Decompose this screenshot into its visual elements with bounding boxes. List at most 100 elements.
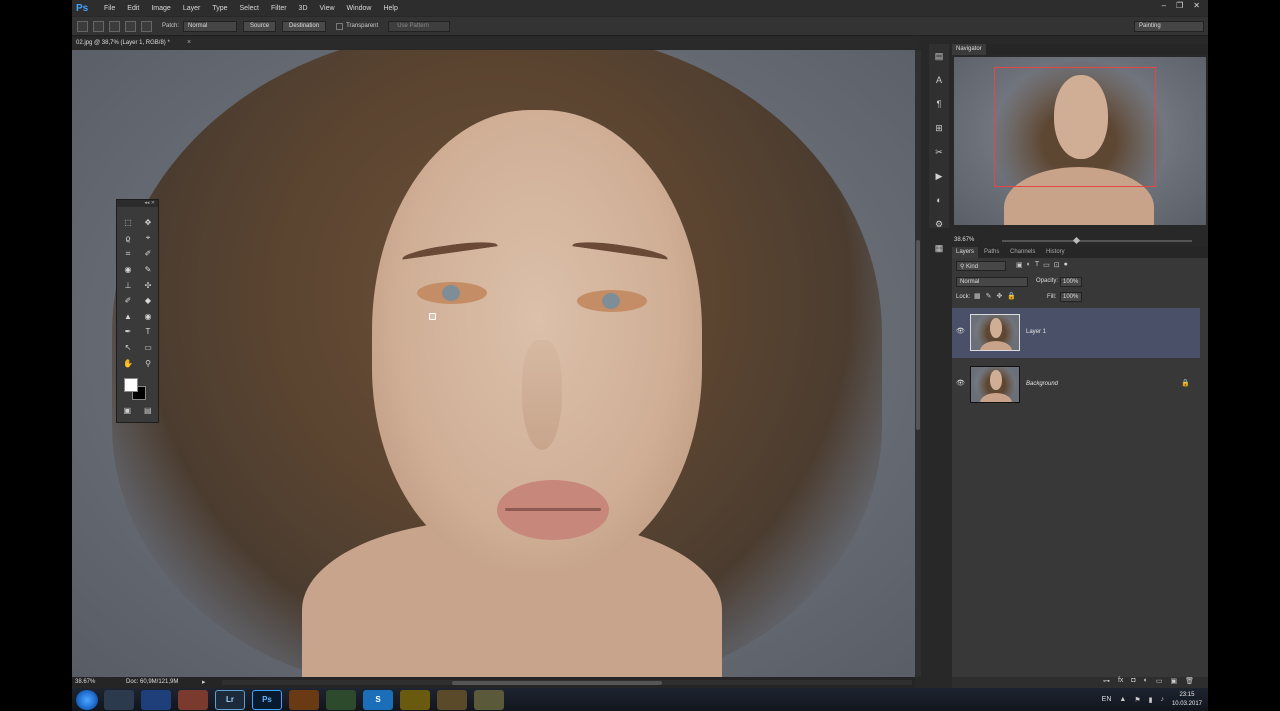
hand-tool-icon[interactable]: ✋	[118, 355, 138, 371]
taskbar-app-orange[interactable]	[289, 689, 319, 710]
navigator-zoom-knob[interactable]	[1072, 236, 1081, 245]
screen-mode-icon[interactable]: ▤	[144, 406, 152, 415]
layer-mask-icon[interactable]: ◘	[1131, 677, 1135, 688]
taskbar-app-red[interactable]	[178, 689, 208, 710]
tab-channels[interactable]: Channels	[1006, 247, 1039, 258]
document-tab[interactable]: 02.jpg @ 38,7% (Layer 1, RGB/8) * ×	[72, 38, 918, 49]
layer-row-background[interactable]: 👁 Background 🔒	[952, 360, 1200, 410]
dodge-tool-icon[interactable]: ◉	[138, 309, 158, 325]
restore-button[interactable]: ❐	[1176, 1, 1183, 10]
new-group-icon[interactable]: ▭	[1156, 677, 1163, 688]
volume-icon[interactable]: ♪	[1160, 696, 1164, 703]
menu-file[interactable]: File	[98, 5, 121, 12]
taskbar-utility-app[interactable]	[104, 689, 134, 710]
vertical-scrollbar[interactable]	[915, 50, 921, 677]
intersect-selection-button[interactable]	[141, 20, 152, 32]
close-button[interactable]: ✕	[1193, 1, 1200, 10]
brush-settings-panel-icon[interactable]: ⚙	[929, 212, 949, 236]
subtract-selection-button[interactable]	[125, 20, 136, 32]
horizontal-scroll-thumb[interactable]	[452, 681, 662, 685]
zoom-tool-icon[interactable]: ⚲	[138, 355, 158, 371]
close-icon[interactable]: ×	[187, 39, 191, 46]
lasso-tool-icon[interactable]: ϱ	[118, 231, 138, 247]
type-filter-icon[interactable]: T	[1035, 261, 1039, 269]
taskbar-media-player[interactable]	[141, 689, 171, 710]
menu-select[interactable]: Select	[234, 5, 265, 12]
lock-position-icon[interactable]: ✥	[997, 292, 1003, 300]
start-button[interactable]	[76, 689, 98, 710]
delete-layer-icon[interactable]: 🗑	[1185, 677, 1194, 688]
taskbar-explorer[interactable]	[437, 689, 467, 710]
lock-transparent-icon[interactable]: ▦	[974, 292, 981, 300]
workspace-select[interactable]: Painting	[1134, 21, 1204, 32]
use-pattern-button[interactable]: Use Pattern	[388, 20, 451, 32]
patch-tool-icon[interactable]: ◉	[118, 262, 138, 278]
move-tool-icon[interactable]: ✥	[138, 215, 158, 231]
language-indicator[interactable]: EN	[1102, 696, 1112, 703]
visibility-eye-icon[interactable]: 👁	[956, 379, 965, 387]
link-layers-icon[interactable]: ⊶	[1103, 677, 1110, 688]
tab-paths[interactable]: Paths	[980, 247, 1003, 258]
destination-button[interactable]: Destination	[282, 20, 327, 32]
navigator-zoom-slider[interactable]	[1002, 236, 1192, 245]
smart-object-filter-icon[interactable]: ⊡	[1054, 261, 1060, 269]
pixel-filter-icon[interactable]: ▣	[1016, 261, 1023, 269]
menu-help[interactable]: Help	[377, 5, 403, 12]
adjustments-panel-icon[interactable]: ◐	[929, 188, 949, 212]
quick-mask-icon[interactable]: ▣	[123, 406, 131, 415]
minimize-button[interactable]: –	[1162, 1, 1166, 10]
actions-panel-icon[interactable]: ▶	[929, 164, 949, 188]
swatches-panel-icon[interactable]: ▦	[929, 236, 949, 260]
lock-image-icon[interactable]: ✎	[986, 292, 992, 300]
menu-layer[interactable]: Layer	[177, 5, 207, 12]
pen-tool-icon[interactable]: ✒	[118, 324, 138, 340]
layer-name[interactable]: Layer 1	[1026, 329, 1046, 335]
properties-panel-icon[interactable]: ⊞	[929, 116, 949, 140]
menu-3d[interactable]: 3D	[293, 5, 314, 12]
clock[interactable]: 23:15 10.03.2017	[1172, 691, 1202, 709]
foreground-color-swatch[interactable]	[124, 378, 138, 392]
type-tool-icon[interactable]: T	[138, 324, 158, 340]
paragraph-panel-icon[interactable]: ¶	[929, 92, 949, 116]
crop-tool-icon[interactable]: ⌗	[118, 246, 138, 262]
blend-mode-select[interactable]: Normal	[956, 277, 1028, 287]
menu-window[interactable]: Window	[341, 5, 378, 12]
tab-navigator[interactable]: Navigator	[952, 44, 986, 55]
sharpen-tool-icon[interactable]: ▲	[118, 309, 138, 325]
tools-panel-header[interactable]: ◂◂ ✕	[117, 200, 158, 207]
tab-layers[interactable]: Layers	[952, 247, 979, 258]
rectangle-tool-icon[interactable]: ▭	[138, 340, 158, 356]
navigator-preview[interactable]	[954, 57, 1206, 225]
menu-image[interactable]: Image	[145, 5, 176, 12]
show-hidden-icons-icon[interactable]: ▲	[1119, 696, 1126, 703]
lock-all-icon[interactable]: 🔒	[1007, 292, 1016, 300]
patch-mode-select[interactable]: Normal	[183, 20, 238, 32]
eyedropper-tool-icon[interactable]: ✐	[138, 246, 158, 262]
network-icon[interactable]: ▮	[1149, 696, 1153, 704]
taskbar-photoshop[interactable]: Ps	[252, 689, 282, 710]
paint-bucket-tool-icon[interactable]: ◆	[138, 293, 158, 309]
add-selection-button[interactable]	[109, 20, 120, 32]
brush-tool-icon[interactable]: ✎	[138, 262, 158, 278]
menu-edit[interactable]: Edit	[121, 5, 145, 12]
adjustment-filter-icon[interactable]: ◐	[1027, 261, 1031, 269]
taskbar-lightroom[interactable]: Lr	[215, 689, 245, 710]
navigator-view-frame[interactable]	[994, 67, 1156, 187]
image-canvas[interactable]	[72, 50, 915, 677]
taskbar-video-player[interactable]	[474, 689, 504, 710]
tool-preset-picker[interactable]	[77, 20, 88, 32]
opacity-field[interactable]: 100%	[1060, 277, 1082, 287]
zoom-level[interactable]: 38.67%	[75, 679, 95, 685]
source-button[interactable]: Source	[243, 20, 277, 32]
taskbar-chrome[interactable]	[326, 689, 356, 710]
history-brush-tool-icon[interactable]: ✣	[138, 277, 158, 293]
path-selection-tool-icon[interactable]: ↖	[118, 340, 138, 356]
new-selection-button[interactable]	[93, 20, 104, 32]
eraser-tool-icon[interactable]: ✐	[118, 293, 138, 309]
taskbar-app-yellow[interactable]	[400, 689, 430, 710]
tool-presets-panel-icon[interactable]: ✂	[929, 140, 949, 164]
layer-row-layer-1[interactable]: 👁 Layer 1	[952, 308, 1200, 358]
new-layer-icon[interactable]: ▣	[1170, 677, 1177, 688]
status-menu-arrow-icon[interactable]: ▸	[202, 678, 206, 686]
fill-field[interactable]: 100%	[1060, 292, 1082, 302]
